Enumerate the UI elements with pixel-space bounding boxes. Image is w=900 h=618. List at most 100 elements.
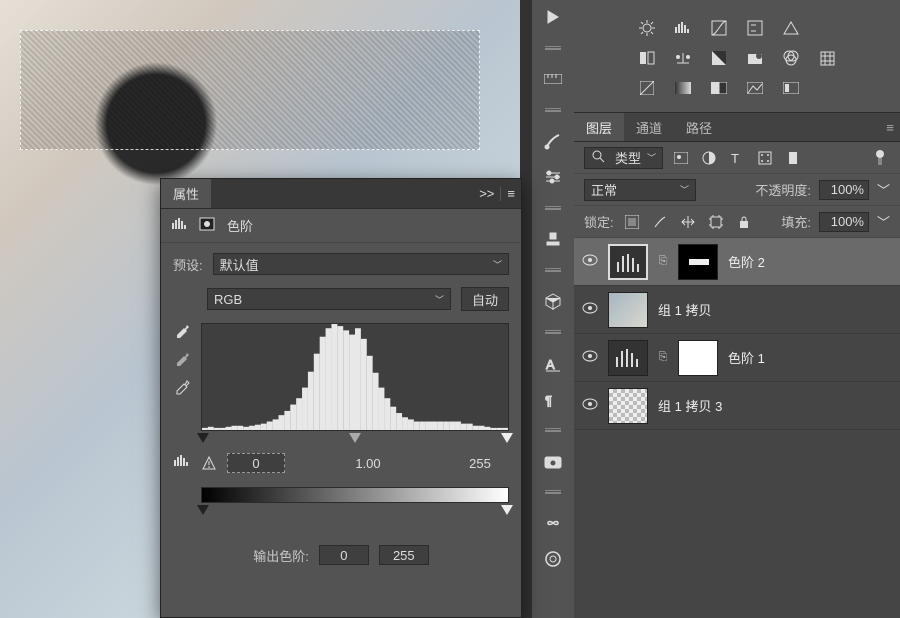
cloud-icon[interactable]	[539, 548, 567, 570]
input-gamma-field[interactable]: 1.00	[339, 453, 397, 473]
bw-icon[interactable]	[708, 48, 730, 68]
panel-grip[interactable]	[545, 108, 561, 112]
triangle-icon[interactable]	[780, 18, 802, 38]
panel-grip[interactable]	[545, 428, 561, 432]
exposure-icon[interactable]	[744, 18, 766, 38]
panel-grip[interactable]	[545, 206, 561, 210]
camera-icon[interactable]	[539, 450, 567, 472]
posterize-icon[interactable]	[672, 78, 694, 98]
infinity-icon[interactable]	[539, 512, 567, 534]
brightness-icon[interactable]	[636, 18, 658, 38]
input-slider-track[interactable]	[201, 433, 509, 447]
brush-icon[interactable]	[539, 130, 567, 152]
auto-button[interactable]: 自动	[461, 287, 509, 311]
layer-name[interactable]: 组 1 拷贝 3	[658, 396, 722, 415]
filter-smart-icon[interactable]	[783, 148, 803, 168]
channel-mixer-icon[interactable]	[780, 48, 802, 68]
lock-all-icon[interactable]	[734, 212, 754, 232]
layer-row[interactable]: 组 1 拷贝 3	[574, 382, 900, 430]
link-icon[interactable]: ⎘	[658, 351, 668, 364]
visibility-icon[interactable]	[582, 398, 598, 414]
filter-adjust-icon[interactable]	[699, 148, 719, 168]
layer-row[interactable]: ⎘ 色阶 1	[574, 334, 900, 382]
black-point-slider[interactable]	[197, 433, 209, 443]
filter-type-icon[interactable]: T	[727, 148, 747, 168]
gamma-slider[interactable]	[349, 433, 361, 443]
link-icon[interactable]: ⎘	[658, 255, 668, 268]
layer-name[interactable]: 色阶 2	[728, 252, 765, 271]
panel-grip[interactable]	[545, 46, 561, 50]
opacity-field[interactable]: 100%	[819, 180, 869, 200]
lookup-icon[interactable]	[816, 48, 838, 68]
panel-menu-icon[interactable]: ≡	[507, 186, 515, 201]
threshold-icon[interactable]	[708, 78, 730, 98]
output-black-slider[interactable]	[197, 505, 209, 515]
photo-filter-icon[interactable]	[744, 48, 766, 68]
visibility-icon[interactable]	[582, 254, 598, 270]
selection-marquee[interactable]	[20, 30, 480, 150]
visibility-icon[interactable]	[582, 302, 598, 318]
chevron-down-icon[interactable]: ﹀	[877, 180, 890, 199]
stamp-icon[interactable]	[539, 228, 567, 250]
collapse-icon[interactable]: >>	[479, 186, 494, 201]
filter-toggle[interactable]	[870, 148, 890, 168]
tab-paths[interactable]: 路径	[674, 113, 724, 141]
output-gradient[interactable]	[201, 487, 509, 503]
preset-select[interactable]: 默认值 ﹀	[213, 253, 509, 275]
fill-field[interactable]: 100%	[819, 212, 869, 232]
layer-filter-select[interactable]: 类型 ﹀	[584, 147, 663, 169]
channel-select[interactable]: RGB ﹀	[207, 288, 451, 310]
panel-grip[interactable]	[545, 490, 561, 494]
lock-pixels-icon[interactable]	[622, 212, 642, 232]
properties-tab[interactable]: 属性	[161, 179, 211, 208]
mask-thumb[interactable]	[678, 340, 718, 376]
output-black-field[interactable]: 0	[319, 545, 369, 565]
panel-grip[interactable]	[545, 330, 561, 334]
layer-row[interactable]: 组 1 拷贝	[574, 286, 900, 334]
layer-thumb[interactable]	[608, 340, 648, 376]
selective-color-icon[interactable]	[744, 78, 766, 98]
filter-shape-icon[interactable]	[755, 148, 775, 168]
paragraph-icon[interactable]: ¶	[539, 388, 567, 410]
histogram[interactable]	[201, 323, 509, 431]
eyedropper-black-icon[interactable]	[173, 323, 193, 343]
panel-menu-icon[interactable]: ≡	[880, 120, 900, 135]
layer-thumb[interactable]	[608, 388, 648, 424]
mask-thumb[interactable]	[678, 244, 718, 280]
tab-channels[interactable]: 通道	[624, 113, 674, 141]
cube-icon[interactable]	[539, 290, 567, 312]
output-white-slider[interactable]	[501, 505, 513, 515]
levels-icon[interactable]	[672, 18, 694, 38]
eyedropper-gray-icon[interactable]	[173, 351, 193, 371]
layer-name[interactable]: 色阶 1	[728, 348, 765, 367]
input-black-field[interactable]: 0	[227, 453, 285, 473]
warning-icon[interactable]	[201, 455, 217, 471]
layer-thumb[interactable]	[608, 292, 648, 328]
invert-icon[interactable]	[636, 78, 658, 98]
lock-move-icon[interactable]	[678, 212, 698, 232]
chevron-down-icon[interactable]: ﹀	[877, 212, 890, 231]
sliders-icon[interactable]	[539, 166, 567, 188]
lock-artboard-icon[interactable]	[706, 212, 726, 232]
white-point-slider[interactable]	[501, 433, 513, 443]
input-white-field[interactable]: 255	[451, 453, 509, 473]
blend-mode-select[interactable]: 正常 ﹀	[584, 179, 696, 201]
layer-name[interactable]: 组 1 拷贝	[658, 300, 711, 319]
gradient-map-icon[interactable]	[780, 78, 802, 98]
lock-brush-icon[interactable]	[650, 212, 670, 232]
layer-row[interactable]: ⎘ 色阶 2	[574, 238, 900, 286]
play-icon[interactable]	[539, 6, 567, 28]
filter-pixel-icon[interactable]	[671, 148, 691, 168]
output-slider-track[interactable]	[201, 505, 509, 519]
hue-sat-icon[interactable]	[636, 48, 658, 68]
eyedropper-white-icon[interactable]	[173, 379, 193, 399]
layer-thumb[interactable]	[608, 244, 648, 280]
curves-icon[interactable]	[708, 18, 730, 38]
visibility-icon[interactable]	[582, 350, 598, 366]
tab-layers[interactable]: 图层	[574, 113, 624, 141]
panel-grip[interactable]	[545, 268, 561, 272]
output-white-field[interactable]: 255	[379, 545, 429, 565]
ruler-icon[interactable]	[539, 68, 567, 90]
color-balance-icon[interactable]	[672, 48, 694, 68]
type-a-icon[interactable]: A	[539, 352, 567, 374]
